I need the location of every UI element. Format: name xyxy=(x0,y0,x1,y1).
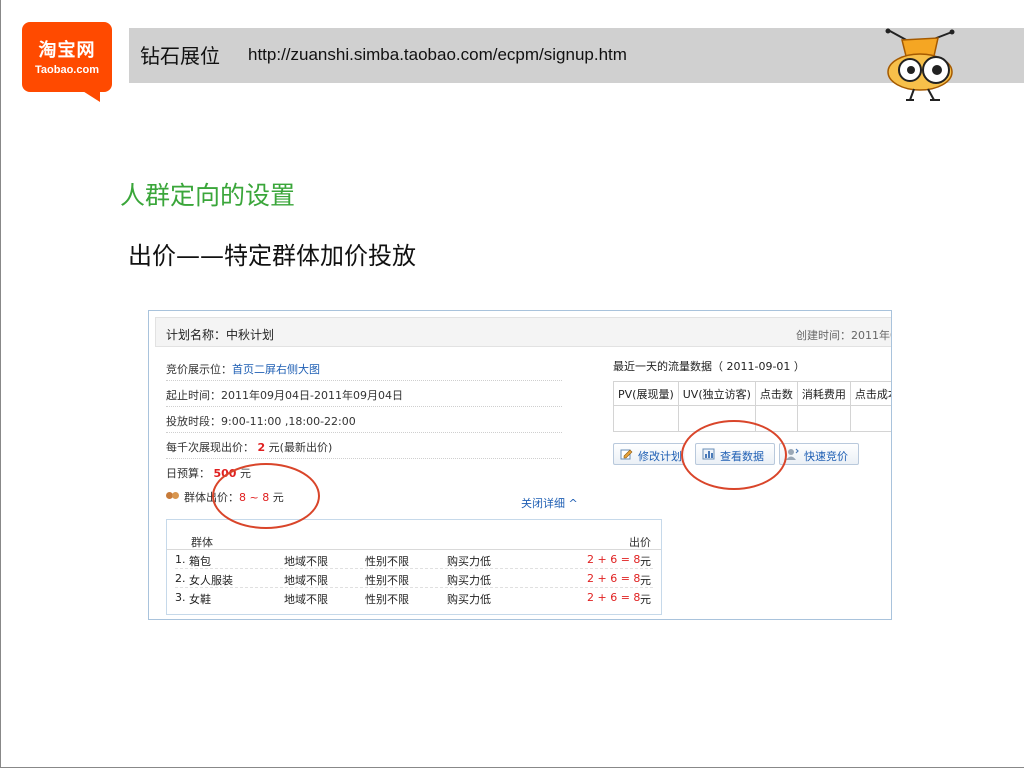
cell-uv xyxy=(677,405,756,432)
plan-name-value: 中秋计划 xyxy=(226,328,275,342)
row-bid-unit: 元 xyxy=(640,555,651,568)
row-region: 地域不限 xyxy=(284,593,328,606)
group-bid-value: 8 ~ 8 xyxy=(239,491,270,504)
pencil-icon xyxy=(620,449,633,460)
period-label: 起止时间： xyxy=(166,389,221,402)
row-bid-unit: 元 xyxy=(640,593,651,606)
view-data-button[interactable]: 查看数据 xyxy=(695,443,775,465)
quick-bid-label: 快速竞价 xyxy=(804,450,848,463)
row-group-name: 女鞋 xyxy=(189,593,211,606)
row-gender: 性别不限 xyxy=(365,574,409,587)
row-purchasing-power: 购买力低 xyxy=(447,555,491,568)
info-row-position: 竞价展示位：首页二屏右侧大图 xyxy=(166,355,562,381)
section-title: 人群定向的设置 xyxy=(120,181,296,210)
plan-name: 计划名称：中秋计划 xyxy=(166,326,274,343)
col-clicks: 点击数 xyxy=(754,381,798,406)
page-title: 钻石展位 xyxy=(140,44,220,68)
page-url[interactable]: http://zuanshi.simba.taobao.com/ecpm/sig… xyxy=(248,45,627,65)
row-gender: 性别不限 xyxy=(365,555,409,568)
data-report-icon xyxy=(702,448,715,460)
bid-value: 2 xyxy=(257,441,266,454)
plan-detail-panel: 计划名称：中秋计划 创建时间：2011年0 竞价展示位：首页二屏右侧大图 起止时… xyxy=(148,310,892,620)
cell-pv xyxy=(613,405,679,432)
plan-header-bar: 计划名称：中秋计划 创建时间：2011年0 xyxy=(155,317,892,347)
col-cpc: 点击成本 xyxy=(849,381,891,406)
info-row-period: 起止时间：2011年09月04日-2011年09月04日 xyxy=(166,381,562,407)
bid-unit: 元(最新出价) xyxy=(268,441,333,454)
row-purchasing-power: 购买力低 xyxy=(447,574,491,587)
col-bid-header: 出价 xyxy=(629,536,651,549)
traffic-data-title: 最近一天的流量数据（ 2011-09-01 ） xyxy=(613,360,805,373)
budget-unit: 元 xyxy=(239,467,251,480)
timeslot-label: 投放时段： xyxy=(166,415,221,428)
row-bid-formula: 2 + 6 = 8 xyxy=(587,591,641,604)
cell-cost xyxy=(796,405,851,432)
row-region: 地域不限 xyxy=(284,555,328,568)
col-pv: PV(展现量) xyxy=(613,381,679,406)
position-link[interactable]: 首页二屏右侧大图 xyxy=(232,361,320,377)
slide-subtitle: 出价——特定群体加价投放 xyxy=(128,242,416,270)
table-row: 1. 箱包 地域不限 性别不限 购买力低 2 + 6 = 8 元 xyxy=(175,550,653,569)
info-row-timeslot: 投放时段：9:00-11:00 ,18:00-22:00 xyxy=(166,407,562,433)
traffic-table-empty-row xyxy=(613,405,891,432)
collapse-details-link[interactable]: 关闭详细 ^ xyxy=(521,495,578,511)
col-cost: 消耗费用 xyxy=(796,381,851,406)
edit-plan-label: 修改计划 xyxy=(638,450,682,463)
group-icon xyxy=(166,492,180,502)
group-table-header: 群体 出价 xyxy=(167,520,661,550)
info-row-group-bid: 群体出价：8 ~ 8 元 关闭详细 ^ xyxy=(166,483,578,510)
budget-value: 500 xyxy=(213,467,237,480)
logo-tail xyxy=(78,88,100,102)
table-row: 3. 女鞋 地域不限 性别不限 购买力低 2 + 6 = 8 元 xyxy=(175,588,653,607)
edit-plan-button[interactable]: 修改计划 xyxy=(613,443,685,465)
taobao-logo[interactable]: 淘宝网 Taobao.com xyxy=(22,22,112,92)
row-bid-formula: 2 + 6 = 8 xyxy=(587,572,641,585)
ant-mascot-icon xyxy=(885,28,955,101)
cell-cpc xyxy=(849,405,891,432)
row-group-name: 女人服装 xyxy=(189,574,233,587)
info-row-bid: 每千次展现出价： 2 元(最新出价) xyxy=(166,433,562,459)
table-row: 2. 女人服装 地域不限 性别不限 购买力低 2 + 6 = 8 元 xyxy=(175,569,653,588)
logo-english-text: Taobao.com xyxy=(35,64,99,76)
row-region: 地域不限 xyxy=(284,574,328,587)
group-bid-table: 群体 出价 1. 箱包 地域不限 性别不限 购买力低 2 + 6 = 8 元 2… xyxy=(166,519,662,615)
row-index: 1. xyxy=(175,553,186,566)
quick-bid-button[interactable]: 快速竞价 xyxy=(779,443,859,465)
row-group-name: 箱包 xyxy=(189,555,211,568)
period-value: 2011年09月04日-2011年09月04日 xyxy=(221,389,403,402)
row-gender: 性别不限 xyxy=(365,593,409,606)
created-time: 创建时间：2011年0 xyxy=(796,329,892,342)
user-bid-icon xyxy=(786,448,799,460)
cell-clicks xyxy=(754,405,798,432)
group-bid-unit: 元 xyxy=(272,491,284,504)
timeslot-value: 9:00-11:00 ,18:00-22:00 xyxy=(221,415,356,428)
traffic-data-table: PV(展现量) UV(独立访客) 点击数 消耗费用 点击成本 xyxy=(613,381,891,432)
budget-label: 日预算： xyxy=(166,467,210,480)
col-uv: UV(独立访客) xyxy=(677,381,756,406)
logo-chinese-text: 淘宝网 xyxy=(38,40,96,61)
position-label: 竞价展示位： xyxy=(166,363,232,376)
bid-label: 每千次展现出价： xyxy=(166,441,254,454)
traffic-table-header-row: PV(展现量) UV(独立访客) 点击数 消耗费用 点击成本 xyxy=(613,381,891,406)
plan-name-label: 计划名称： xyxy=(166,328,227,342)
view-data-label: 查看数据 xyxy=(720,450,764,463)
row-bid-unit: 元 xyxy=(640,574,651,587)
row-index: 2. xyxy=(175,572,186,585)
info-row-budget: 日预算： 500 元 xyxy=(166,459,562,485)
row-index: 3. xyxy=(175,591,186,604)
row-bid-formula: 2 + 6 = 8 xyxy=(587,553,641,566)
col-group-header: 群体 xyxy=(191,536,213,549)
row-purchasing-power: 购买力低 xyxy=(447,593,491,606)
group-bid-label: 群体出价： xyxy=(184,491,239,504)
